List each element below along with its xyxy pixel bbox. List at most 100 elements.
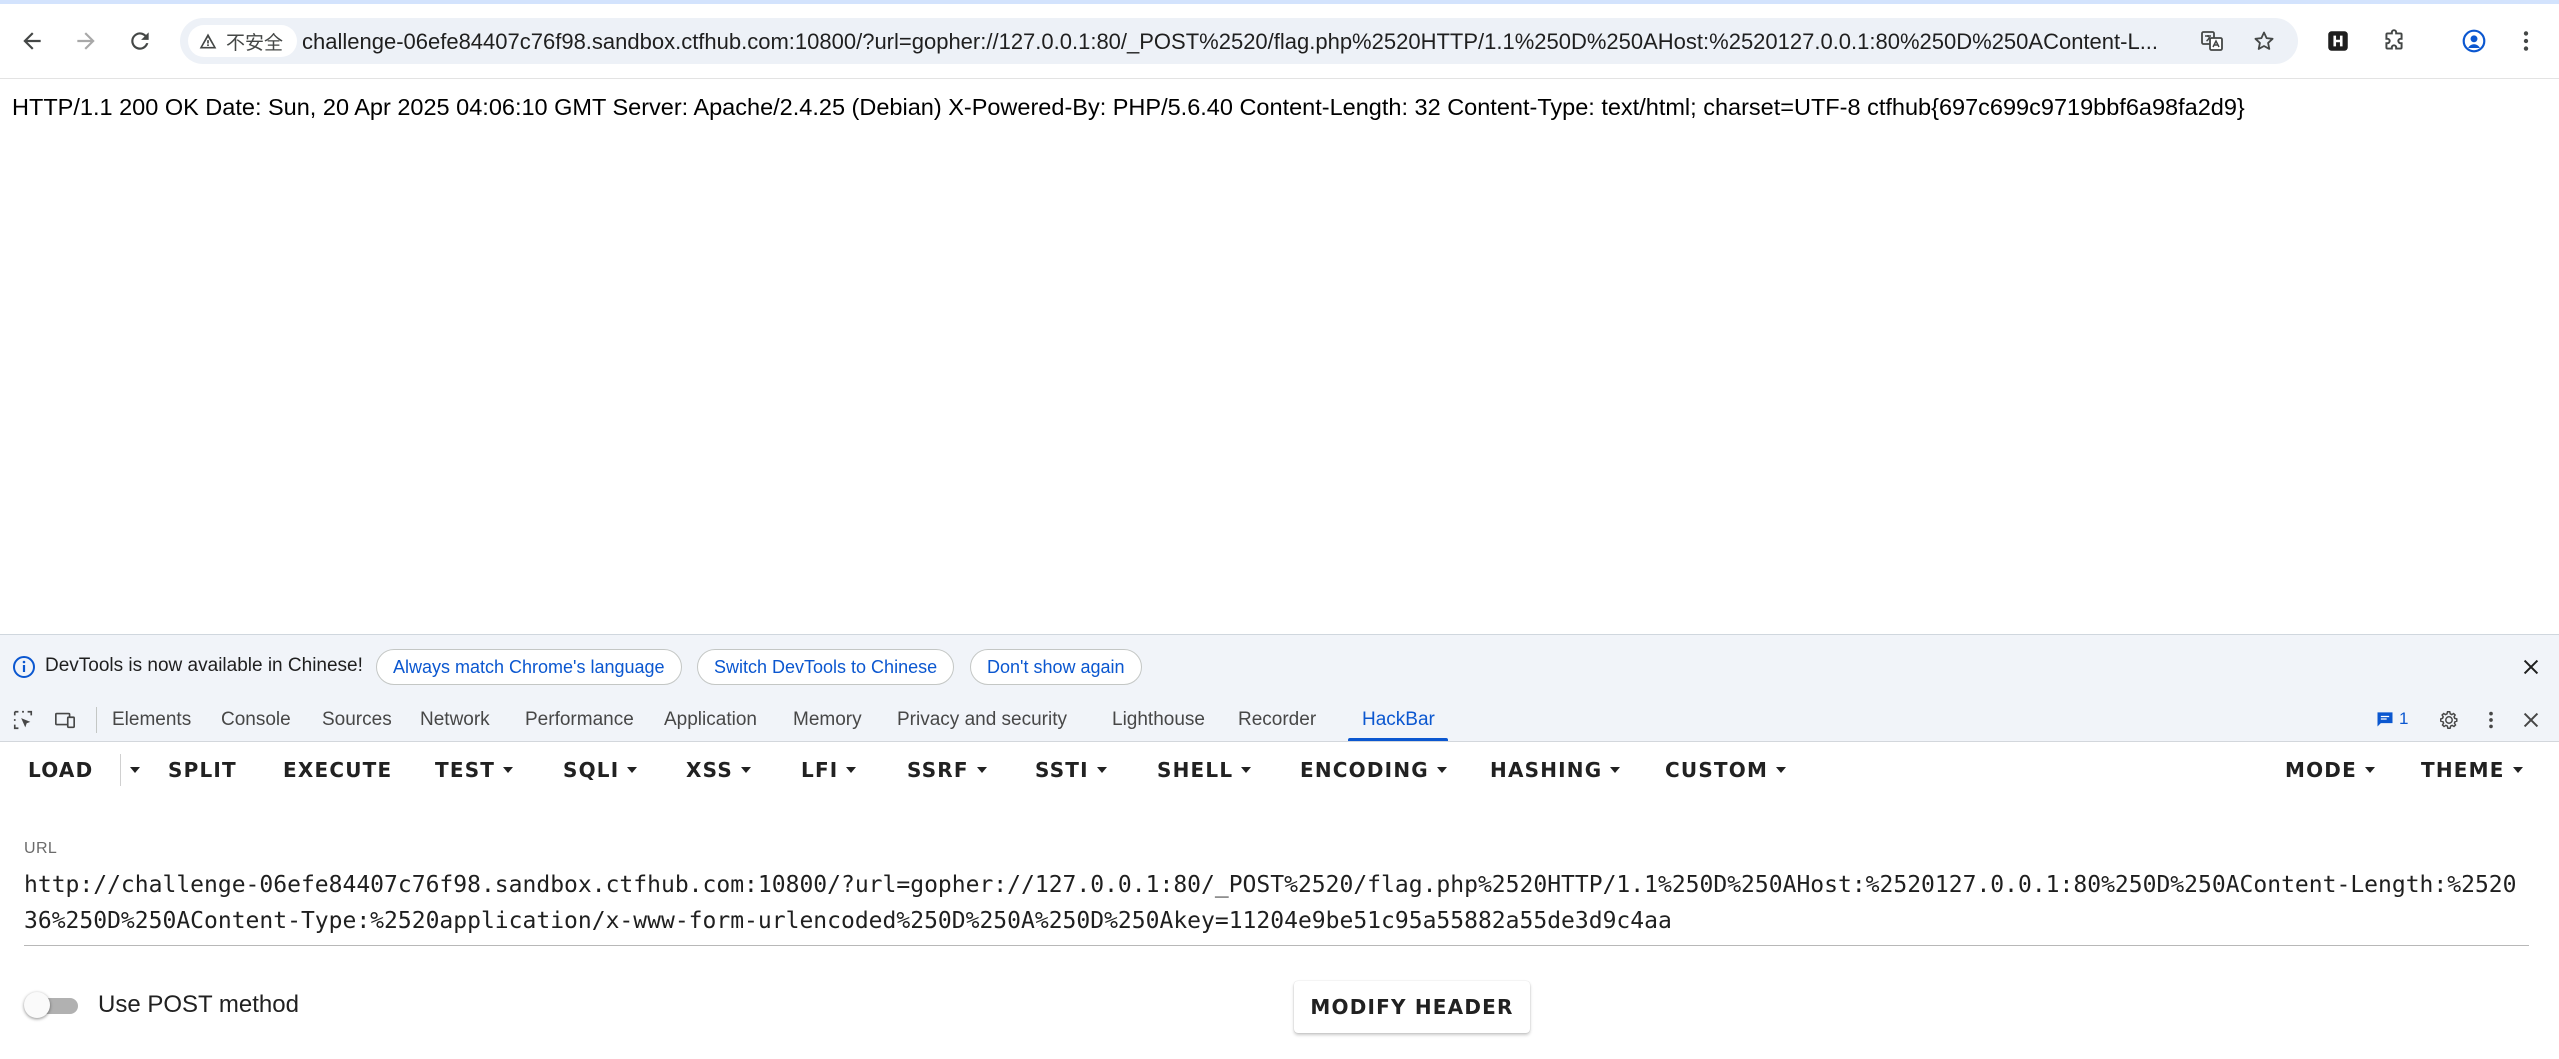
profile-button[interactable] [2454,21,2494,61]
devtools-close-button[interactable] [2518,707,2544,733]
hackbar-lfi-menu[interactable]: LFI [801,758,857,782]
security-chip[interactable]: 不安全 [188,25,298,57]
caret-down-icon [2364,766,2375,773]
reload-icon [131,32,149,50]
hackbar-encoding-label: ENCODING [1300,758,1429,782]
issue-message-icon [2377,712,2393,727]
issues-count: 1 [2399,709,2409,728]
infobar-close-button[interactable] [2517,653,2545,681]
toggle-thumb [24,992,50,1018]
url-text[interactable]: challenge-06efe84407c76f98.sandbox.ctfhu… [302,29,2182,55]
dont-show-again-button[interactable]: Don't show again [970,649,1142,685]
bookmark-button[interactable] [2250,27,2278,55]
caret-down-icon [503,766,514,773]
security-label: 不安全 [226,32,284,54]
arrow-right-icon [77,32,95,50]
devtools-tabbar: Elements Console Sources Network Perform… [0,699,2559,742]
inspect-element-button[interactable] [10,707,36,733]
issues-badge[interactable]: 1 [2375,709,2408,729]
hackbar-test-menu[interactable]: TEST [435,758,514,782]
devtools-language-infobar: DevTools is now available in Chinese! Al… [0,635,2559,700]
devtools-panel: DevTools is now available in Chinese! Al… [0,634,2559,1059]
arrow-left-icon [23,32,41,50]
back-button[interactable] [12,21,52,61]
caret-down-icon [1610,766,1621,773]
hackbar-load-button[interactable]: LOAD [28,758,93,782]
gear-icon [2440,711,2458,729]
info-icon [13,656,35,678]
chrome-menu-button[interactable] [2506,21,2546,61]
extension-h-icon [2328,31,2348,51]
hackbar-theme-label: THEME [2421,758,2505,782]
tab-console[interactable]: Console [221,709,291,731]
kebab-menu-icon [2489,711,2493,729]
browser-toolbar: 不安全 challenge-06efe84407c76f98.sandbox.c… [0,4,2559,79]
extensions-button[interactable] [2374,21,2414,61]
extension-h-button[interactable] [2318,21,2358,61]
caret-down-icon [740,766,751,773]
hackbar-custom-label: CUSTOM [1665,758,1769,782]
address-bar[interactable]: 不安全 challenge-06efe84407c76f98.sandbox.c… [180,18,2298,64]
modify-header-button[interactable]: MODIFY HEADER [1294,981,1530,1033]
always-match-language-button[interactable]: Always match Chrome's language [376,649,682,685]
caret-down-icon [1096,766,1107,773]
tab-elements[interactable]: Elements [112,709,191,731]
translate-icon [2201,31,2223,51]
hackbar-ssrf-label: SSRF [907,758,969,782]
infobar-message: DevTools is now available in Chinese! [45,655,363,676]
hackbar-custom-menu[interactable]: CUSTOM [1665,758,1787,782]
hackbar-load-dropdown[interactable] [122,758,140,782]
hackbar-ssti-label: SSTI [1035,758,1089,782]
tab-memory[interactable]: Memory [793,709,862,731]
close-icon [2523,712,2539,728]
close-icon [2523,659,2539,675]
tab-lighthouse[interactable]: Lighthouse [1112,709,1205,731]
post-method-toggle[interactable] [24,990,80,1020]
hackbar-sqli-label: SQLI [563,758,620,782]
hackbar-execute-button[interactable]: EXECUTE [283,758,392,782]
hackbar-sqli-menu[interactable]: SQLI [563,758,638,782]
hackbar-encoding-menu[interactable]: ENCODING [1300,758,1447,782]
hackbar-shell-menu[interactable]: SHELL [1157,758,1252,782]
star-icon [2254,31,2274,50]
tab-performance[interactable]: Performance [525,709,634,731]
hackbar-load-label: LOAD [28,758,94,782]
hackbar-lfi-label: LFI [801,758,839,782]
hackbar-xss-label: XSS [686,758,733,782]
reload-button[interactable] [120,21,160,61]
devtools-settings-button[interactable] [2436,707,2462,733]
hackbar-ssrf-menu[interactable]: SSRF [907,758,987,782]
caret-down-icon [846,766,857,773]
hackbar-url-label: URL [24,840,58,857]
http-response-text: HTTP/1.1 200 OK Date: Sun, 20 Apr 2025 0… [12,94,2245,120]
hackbar-mode-label: MODE [2285,758,2357,782]
tab-privacy-security[interactable]: Privacy and security [897,709,1067,731]
puzzle-icon [2385,29,2403,50]
caret-down-icon [1241,766,1252,773]
devtools-more-button[interactable] [2478,707,2504,733]
profile-icon [2462,29,2486,53]
hackbar-theme-menu[interactable]: THEME [2421,758,2523,782]
tab-network[interactable]: Network [420,709,490,731]
active-tab-indicator [1348,738,1448,741]
tab-application[interactable]: Application [664,709,757,731]
caret-down-icon [130,766,140,773]
hackbar-xss-menu[interactable]: XSS [686,758,751,782]
hackbar-split-button[interactable]: SPLIT [168,758,237,782]
hackbar-url-input[interactable]: http://challenge-06efe84407c76f98.sandbo… [24,867,2529,946]
hackbar-ssti-menu[interactable]: SSTI [1035,758,1107,782]
tab-sources[interactable]: Sources [322,709,392,731]
hackbar-shell-label: SHELL [1157,758,1234,782]
forward-button[interactable] [66,21,106,61]
hackbar-hashing-label: HASHING [1490,758,1603,782]
inspect-cursor-icon [13,710,33,730]
translate-button[interactable] [2198,27,2226,55]
tab-hackbar[interactable]: HackBar [1362,709,1435,731]
hackbar-mode-menu[interactable]: MODE [2285,758,2375,782]
device-toolbar-button[interactable] [52,707,78,733]
hackbar-hashing-menu[interactable]: HASHING [1490,758,1621,782]
switch-to-chinese-button[interactable]: Switch DevTools to Chinese [697,649,955,685]
caret-down-icon [2512,766,2523,773]
tab-recorder[interactable]: Recorder [1238,709,1316,731]
hackbar-test-label: TEST [435,758,496,782]
